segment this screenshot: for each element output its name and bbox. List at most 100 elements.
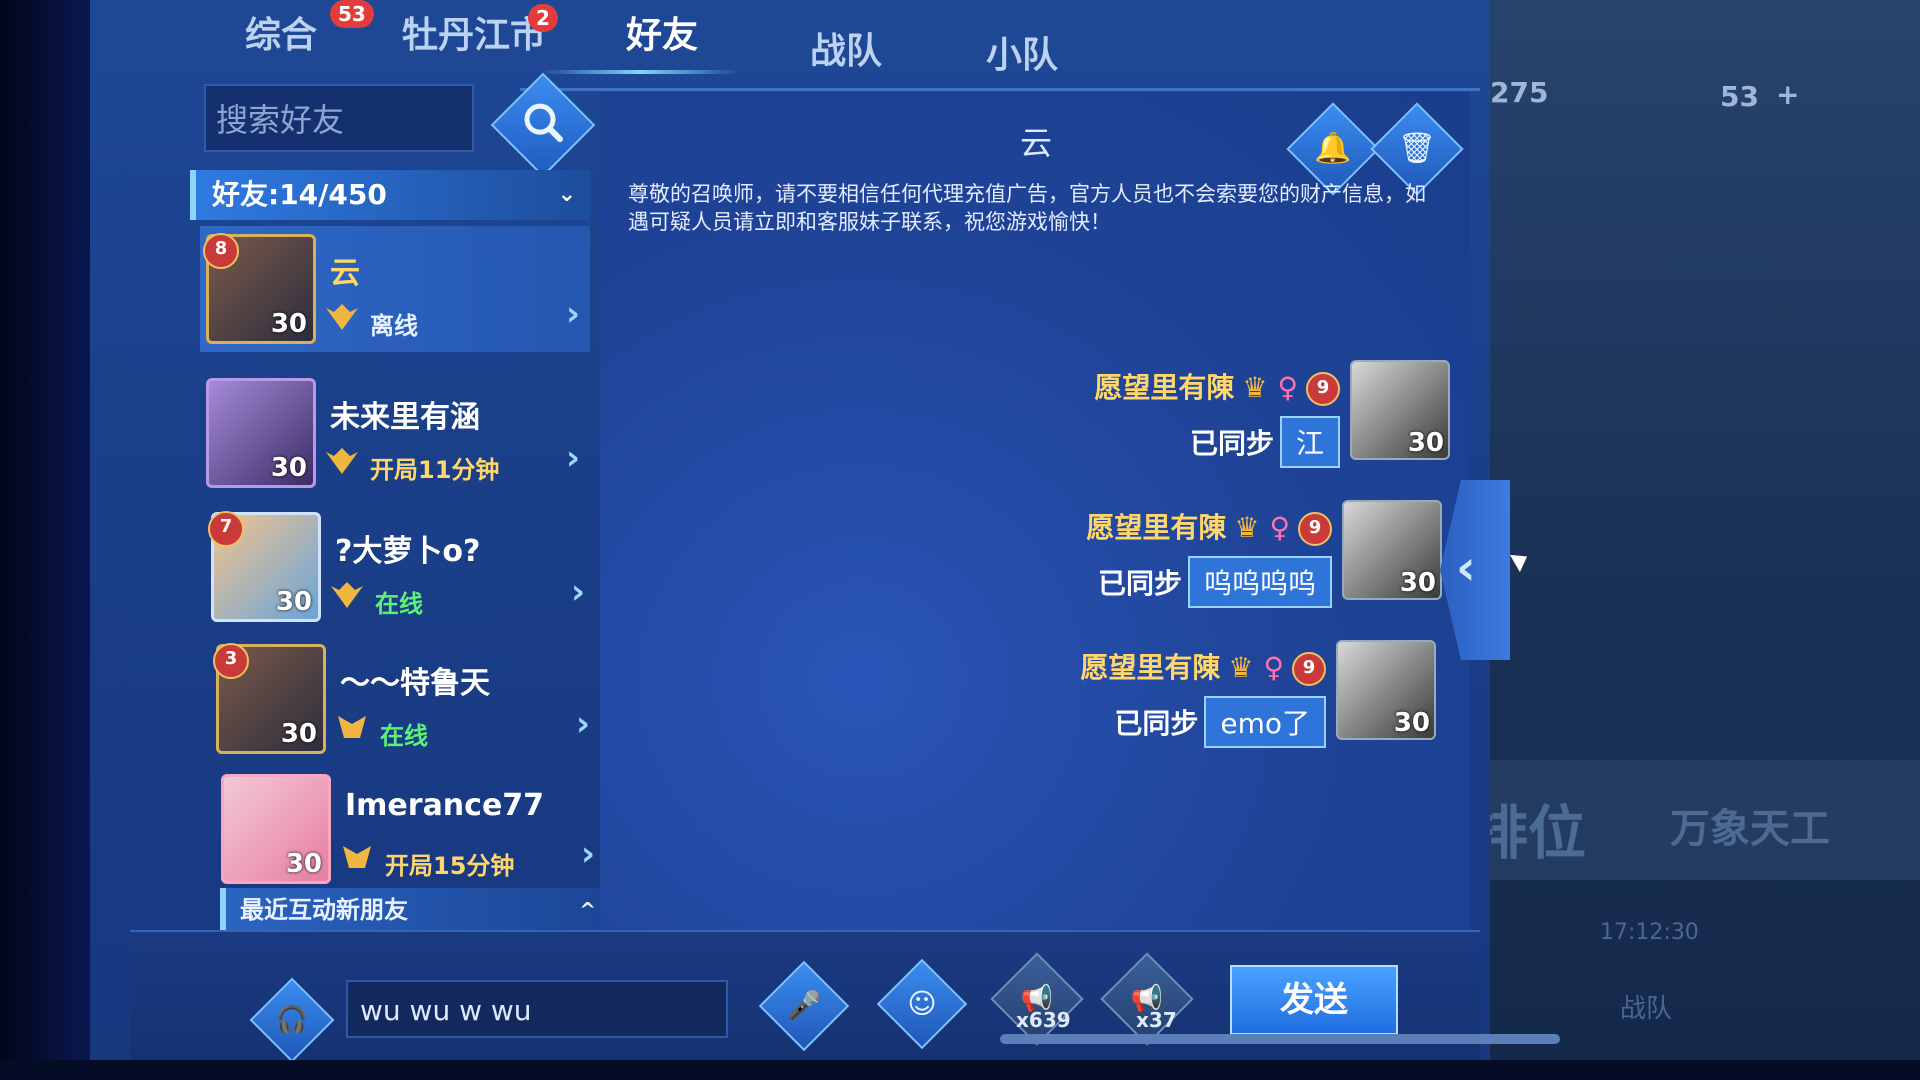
screen-bezel: [0, 0, 90, 1080]
recent-friends-header[interactable]: 最近互动新朋友 ^: [220, 888, 610, 932]
avatar: 7 30: [208, 511, 321, 622]
tab-city-badge: 2: [528, 4, 558, 32]
chevron-right-icon[interactable]: ›: [566, 294, 580, 334]
voice-chat-icon: 🎧: [275, 1005, 309, 1035]
tab-general[interactable]: 综合: [245, 6, 317, 58]
chevron-right-icon[interactable]: ›: [581, 834, 595, 874]
friend-name: 云: [330, 256, 360, 291]
avatar-level: 30: [285, 849, 322, 879]
rank-emblem-icon: ♛: [1228, 651, 1254, 684]
search-icon: [524, 103, 563, 143]
tab-general-badge: 53: [330, 0, 374, 28]
avatar[interactable]: 30: [1350, 360, 1450, 460]
avatar[interactable]: 30: [1342, 500, 1442, 600]
avatar-level: 30: [280, 719, 317, 749]
chevron-right-icon[interactable]: ›: [571, 572, 585, 612]
chat-input[interactable]: wu wu w wu: [346, 980, 728, 1038]
message-bubble: emo了: [1204, 696, 1326, 748]
send-button[interactable]: 发送: [1230, 965, 1398, 1035]
message-body: 已同步 emo了: [1114, 696, 1326, 748]
friend-item[interactable]: 30 Imerance77 开局15分钟 ›: [215, 766, 605, 892]
tab-city[interactable]: 牡丹江市: [402, 6, 546, 58]
level-badge: 7: [208, 511, 244, 547]
level-badge: 8: [203, 233, 239, 269]
rank-emblem-icon: ♛: [1234, 511, 1260, 544]
tab-active-indicator: [540, 70, 740, 74]
avatar: 3 30: [213, 643, 326, 754]
bg-plus: +: [1776, 78, 1800, 111]
message-bubble: 呜呜呜呜: [1187, 556, 1332, 608]
scrollbar[interactable]: [1000, 1034, 1560, 1044]
friend-status: 离线: [370, 312, 418, 340]
chat-message: 愿望里有陳 ♛ ♀ 9 已同步 呜呜呜呜 30: [1052, 500, 1442, 610]
emoji-icon: ☺: [907, 987, 937, 1020]
chevron-up-icon: ^: [579, 898, 596, 922]
friend-name: Imerance77: [345, 788, 545, 823]
chat-message: 愿望里有陳 ♛ ♀ 9 已同步 emo了 30: [1046, 640, 1436, 750]
bell-icon: 🔔: [1314, 131, 1352, 166]
search-friend-input[interactable]: 搜索好友: [204, 84, 474, 152]
friend-name: 未来里有涵: [330, 400, 480, 435]
tab-squad[interactable]: 小队: [986, 26, 1058, 78]
message-sender: 愿望里有陳 ♛ ♀ 9: [1086, 506, 1332, 546]
message-body: 已同步江: [1190, 416, 1340, 468]
message-sender: 愿望里有陳 ♛ ♀ 9: [1094, 366, 1340, 406]
horn-count: x639: [1016, 1008, 1071, 1032]
rank-emblem-icon: ♛: [1242, 371, 1268, 404]
avatar: 30: [221, 774, 331, 884]
rank-emblem-icon: [326, 304, 358, 330]
avatar[interactable]: 30: [1336, 640, 1436, 740]
chevron-right-icon[interactable]: ›: [576, 704, 590, 744]
bg-wanxiang-label: 万象天工: [1670, 806, 1830, 852]
avatar: 8 30: [203, 233, 316, 344]
background-lobby: 275 53 + 排位 万象天工 17:12:30 战队: [1470, 0, 1920, 1080]
level-badge: 9: [1306, 372, 1340, 406]
avatar-level: 30: [275, 587, 312, 617]
female-icon: ♀: [1277, 371, 1298, 404]
friend-item[interactable]: 3 30 ～～特鲁天 在线 ›: [210, 636, 600, 762]
rank-emblem-icon: [338, 716, 366, 738]
friends-count-header[interactable]: 好友:14/450 ⌄: [190, 170, 590, 220]
trash-icon: 🗑: [1397, 131, 1437, 166]
microphone-icon: 🎤: [786, 989, 822, 1022]
avatar-level: 30: [270, 453, 307, 483]
female-icon: ♀: [1263, 651, 1284, 684]
chevron-right-icon[interactable]: ›: [566, 438, 580, 478]
level-badge: 3: [213, 643, 249, 679]
friend-status: 在线: [375, 590, 423, 618]
message-bubble: 江: [1279, 416, 1340, 468]
bg-stat-gems: 53: [1720, 80, 1759, 113]
message-sender: 愿望里有陳 ♛ ♀ 9: [1080, 646, 1326, 686]
tab-team[interactable]: 战队: [810, 22, 882, 74]
friend-status: 开局11分钟: [370, 456, 500, 484]
friend-item[interactable]: 7 30 ?大萝卜o? 在线 ›: [205, 504, 595, 630]
level-badge: 9: [1298, 512, 1332, 546]
chat-message: 愿望里有陳 ♛ ♀ 9 已同步江 30: [1060, 360, 1450, 470]
tab-bar: 综合 53 牡丹江市 2 好友 战队 小队: [0, 0, 1400, 88]
tab-friends[interactable]: 好友: [626, 6, 698, 58]
message-body: 已同步 呜呜呜呜: [1098, 556, 1332, 608]
horn-count: x37: [1136, 1008, 1177, 1032]
rank-emblem-icon: [343, 846, 371, 868]
screen-bezel-bottom: [0, 1060, 1920, 1080]
avatar: 30: [206, 378, 316, 488]
rank-emblem-icon: [326, 448, 358, 474]
bg-time: 17:12:30: [1600, 920, 1699, 945]
rank-emblem-icon: [331, 582, 363, 608]
friend-name: ?大萝卜o?: [335, 534, 481, 569]
bg-team-label: 战队: [1620, 994, 1673, 1024]
friend-item[interactable]: 8 30 云 离线 ›: [200, 226, 590, 352]
tab-divider: [520, 88, 1480, 91]
chat-title: 云: [1020, 124, 1053, 162]
system-notice: 尊敬的召唤师，请不要相信任何代理充值广告，官方人员也不会索要您的财产信息，如遇可…: [628, 182, 1426, 234]
friend-item[interactable]: 30 未来里有涵 开局11分钟 ›: [200, 370, 590, 496]
friend-status: 开局15分钟: [385, 852, 515, 880]
avatar-level: 30: [270, 309, 307, 339]
level-badge: 9: [1292, 652, 1326, 686]
bg-stat-coins: 275: [1490, 76, 1549, 109]
friend-status: 在线: [380, 722, 428, 750]
female-icon: ♀: [1269, 511, 1290, 544]
chevron-down-icon: ⌄: [557, 182, 576, 207]
chevron-left-icon: ‹: [1456, 540, 1476, 596]
friend-name: ～～特鲁天: [340, 666, 490, 701]
